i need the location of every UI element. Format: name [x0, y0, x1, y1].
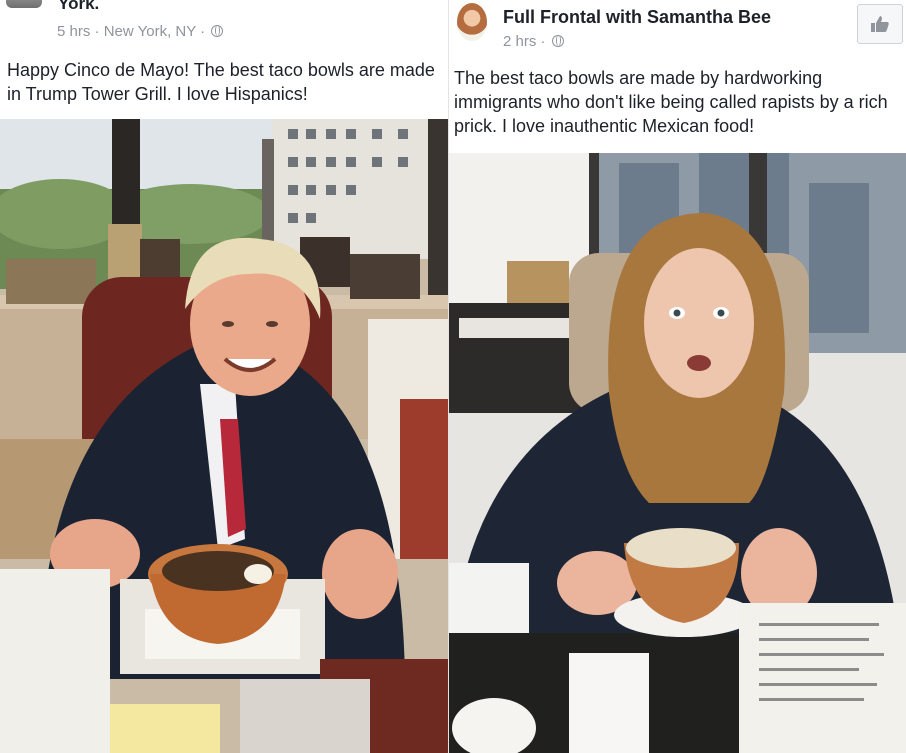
meta-separator: · — [540, 33, 546, 50]
post-time[interactable]: 5 hrs — [57, 23, 90, 40]
page-name[interactable]: Full Frontal with Samantha Bee — [503, 7, 771, 28]
post-photo[interactable] — [449, 153, 906, 753]
meta-separator: · — [200, 23, 206, 40]
office-photo-image — [0, 119, 448, 753]
right-post: Full Frontal with Samantha Bee 2 hrs · T… — [448, 0, 906, 753]
thumbs-up-icon — [871, 16, 889, 32]
meta-separator: · — [94, 23, 100, 40]
post-location[interactable]: New York, NY — [104, 23, 196, 40]
profile-avatar[interactable] — [6, 0, 42, 8]
like-page-button[interactable] — [857, 4, 903, 44]
post-text: The best taco bowls are made by hardwork… — [454, 68, 888, 136]
globe-icon — [551, 35, 564, 47]
post-time[interactable]: 2 hrs — [503, 33, 536, 50]
author-name[interactable]: York. — [58, 0, 99, 14]
post-photo[interactable] — [0, 119, 448, 753]
left-post: York. 5 hrs · New York, NY · Happy Cinco… — [0, 0, 448, 753]
globe-icon — [211, 25, 224, 37]
page-avatar[interactable] — [457, 3, 487, 41]
post-meta: 2 hrs · — [503, 33, 564, 50]
post-meta: 5 hrs · New York, NY · — [57, 23, 224, 40]
office-photo-image — [449, 153, 906, 753]
post-text: Happy Cinco de Mayo! The best taco bowls… — [7, 60, 435, 104]
